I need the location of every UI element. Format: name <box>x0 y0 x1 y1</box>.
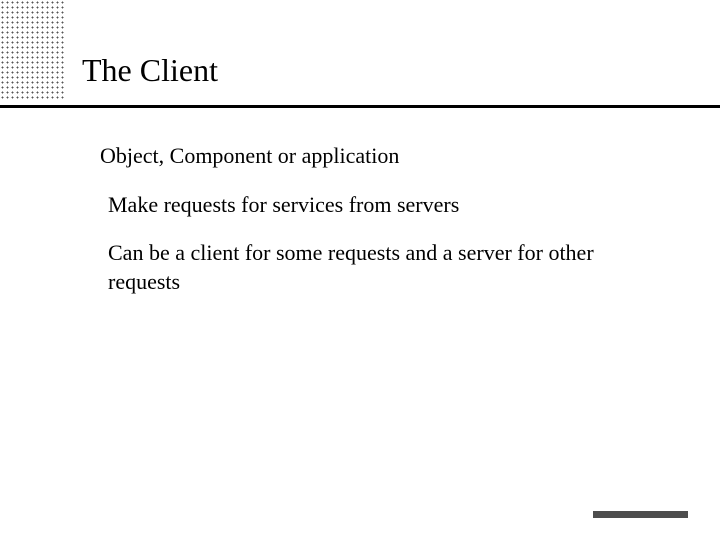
title-rule <box>0 105 720 108</box>
bullet-level1: Object, Component or application <box>100 142 640 171</box>
slide: The Client Object, Component or applicat… <box>0 0 720 540</box>
slide-body: Object, Component or application Make re… <box>100 142 640 316</box>
bullet-level2: Make requests for services from servers <box>108 191 640 220</box>
bullet-level2: Can be a client for some requests and a … <box>108 239 640 296</box>
slide-title: The Client <box>82 52 218 89</box>
footer-accent <box>593 511 688 518</box>
corner-decoration <box>0 0 65 100</box>
